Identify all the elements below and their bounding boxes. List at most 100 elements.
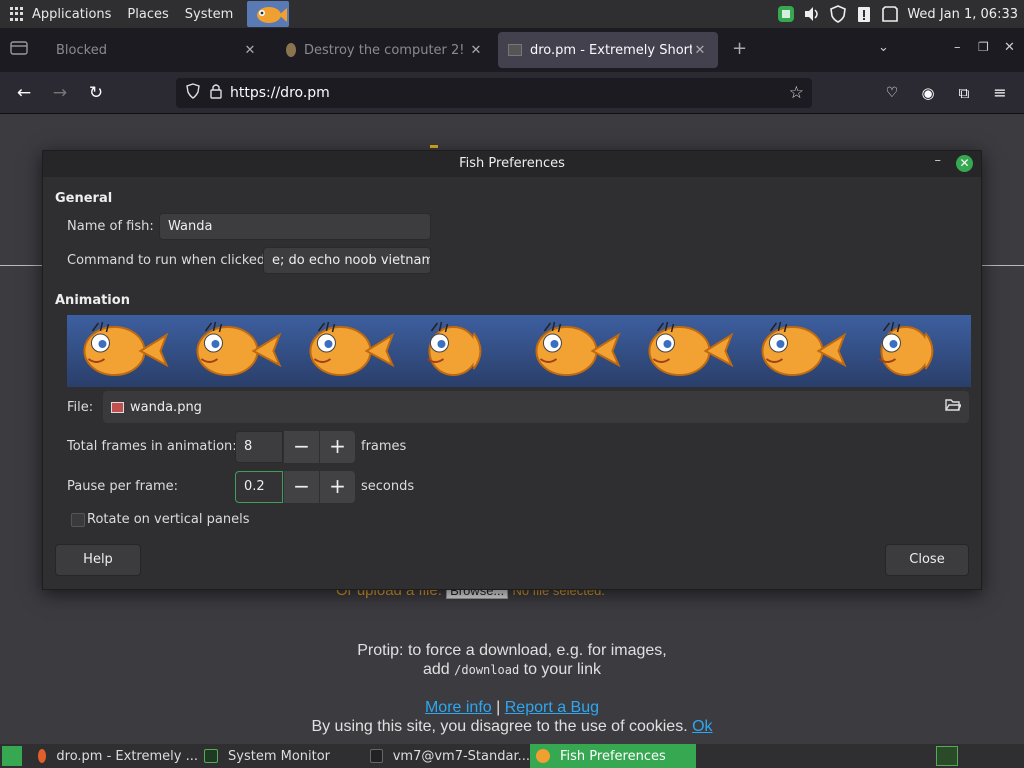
dialog-title: Fish Preferences [43, 151, 981, 177]
links-row: More info | Report a Bug [0, 699, 1024, 717]
url-text[interactable]: https://dro.pm [230, 85, 330, 101]
firefox-icon [38, 749, 47, 763]
tab-destroy-computer[interactable]: Destroy the computer 2! or ✕ [276, 32, 494, 68]
fish-frame [196, 321, 282, 376]
menu-applications[interactable]: Applications [24, 0, 119, 28]
file-label: File: [67, 400, 94, 415]
fish-frame [535, 321, 621, 376]
frames-label: Total frames in animation: [67, 439, 237, 454]
lock-icon[interactable] [210, 83, 222, 103]
pause-unit: seconds [361, 479, 415, 494]
reload-icon[interactable]: ↻ [84, 82, 108, 104]
workspace-switcher[interactable] [936, 746, 958, 766]
image-file-icon [111, 401, 124, 413]
restore-icon[interactable]: ❐ [978, 40, 989, 54]
new-tab-icon[interactable]: + [732, 38, 747, 59]
forward-icon[interactable]: → [48, 82, 72, 104]
logo-fragment [430, 145, 438, 148]
volume-icon[interactable] [803, 5, 821, 23]
fish-applet-icon[interactable] [247, 1, 290, 27]
dialog-close-icon[interactable]: ✕ [956, 155, 973, 172]
pocket-icon[interactable]: ♡ [880, 82, 904, 104]
fish-animation-preview [67, 315, 971, 387]
file-name: wanda.png [130, 399, 202, 415]
menu-places[interactable]: Places [119, 0, 176, 28]
fish-frame [648, 321, 734, 376]
back-icon[interactable]: ← [12, 82, 36, 104]
task-fish-preferences[interactable]: Fish Preferences [530, 744, 696, 768]
browser-tab-bar: Blocked ✕ Destroy the computer 2! or ✕ d… [0, 28, 1024, 72]
task-title: dro.pm - Extremely ... [56, 748, 198, 764]
tracking-shield-icon[interactable] [186, 83, 200, 103]
frames-spinbutton: 8 − + [235, 431, 355, 463]
name-label: Name of fish: [67, 219, 154, 234]
report-bug-link[interactable]: Report a Bug [505, 699, 599, 716]
bottom-panel: dro.pm - Extremely ... System Monitor vm… [0, 744, 1024, 768]
show-desktop-icon[interactable] [2, 746, 22, 766]
task-title: vm7@vm7-Standar... [392, 748, 530, 764]
command-label: Command to run when clicked: [67, 253, 270, 268]
apps-grid-icon[interactable] [10, 7, 24, 21]
task-terminal[interactable]: vm7@vm7-Standar... [364, 744, 530, 768]
cookie-row: By using this site, you disagree to the … [0, 718, 1024, 736]
tab-blocked[interactable]: Blocked ✕ [46, 32, 268, 68]
chevron-down-icon[interactable]: ⌄ [878, 40, 889, 55]
file-chooser-button[interactable]: wanda.png [103, 391, 969, 423]
help-button[interactable]: Help [55, 544, 141, 576]
rotate-checkbox[interactable] [71, 513, 85, 527]
account-icon[interactable]: ◉ [916, 82, 940, 104]
shield-icon[interactable] [829, 5, 847, 23]
clock[interactable]: Wed Jan 1, 06:33 [907, 7, 1018, 22]
frames-value[interactable]: 8 [235, 431, 283, 463]
close-tab-icon[interactable]: ✕ [242, 43, 258, 58]
protip-line1: Protip: to force a download, e.g. for im… [357, 642, 667, 659]
more-info-link[interactable]: More info [425, 699, 492, 716]
name-field[interactable]: Wanda [159, 213, 431, 240]
protip-line2: add /download to your link [0, 661, 1024, 679]
tab-dro-pm[interactable]: dro.pm - Extremely Short L ✕ [498, 32, 718, 68]
close-window-icon[interactable]: ✕ [1004, 40, 1015, 55]
frames-decrement-button[interactable]: − [283, 431, 319, 463]
dialog-minimize-icon[interactable]: – [935, 153, 942, 168]
fish-frame [878, 321, 934, 376]
system-monitor-icon [204, 749, 218, 763]
extensions-icon[interactable]: ⧉ [952, 82, 976, 104]
alert-clipboard-icon[interactable] [855, 5, 873, 23]
menu-system[interactable]: System [177, 0, 241, 28]
folder-open-icon[interactable] [945, 398, 963, 416]
top-panel: Applications Places System Wed Jan 1, 06… [0, 0, 1024, 28]
protip-add: add [422, 661, 450, 678]
terminal-icon [370, 749, 383, 763]
task-system-monitor[interactable]: System Monitor [198, 744, 364, 768]
fish-frame [309, 321, 395, 376]
link-separator: | [496, 699, 501, 716]
system-tray: Wed Jan 1, 06:33 [777, 0, 1024, 28]
frames-unit: frames [361, 439, 407, 454]
minimize-icon[interactable]: – [954, 40, 961, 55]
frames-increment-button[interactable]: + [319, 431, 355, 463]
close-tab-icon[interactable]: ✕ [468, 43, 484, 58]
tab-list-icon[interactable] [10, 40, 28, 60]
command-field[interactable]: e; do echo noob vietnaml [263, 247, 431, 274]
pause-increment-button[interactable]: + [319, 471, 355, 503]
url-bar[interactable]: https://dro.pm ☆ [176, 78, 812, 108]
fish-frame [426, 321, 482, 376]
tab-title: Destroy the computer 2! or [304, 42, 468, 58]
pause-label: Pause per frame: [67, 479, 179, 494]
rotate-label[interactable]: Rotate on vertical panels [87, 512, 249, 527]
protip-end: to your link [523, 661, 601, 678]
close-tab-icon[interactable]: ✕ [692, 43, 708, 58]
tab-title: Blocked [56, 42, 107, 58]
task-dro-pm[interactable]: dro.pm - Extremely ... [32, 744, 198, 768]
menu-icon[interactable]: ≡ [988, 82, 1012, 104]
divider [982, 265, 1024, 266]
bookmark-star-icon[interactable]: ☆ [789, 83, 804, 103]
cookie-ok-link[interactable]: Ok [692, 718, 712, 735]
pause-decrement-button[interactable]: − [283, 471, 319, 503]
close-button[interactable]: Close [885, 544, 969, 576]
tab-title: dro.pm - Extremely Short L [530, 42, 692, 58]
network-icon[interactable] [777, 5, 795, 23]
sd-card-icon[interactable] [881, 5, 899, 23]
general-heading: General [55, 191, 113, 206]
pause-value[interactable]: 0.2 [235, 471, 283, 503]
